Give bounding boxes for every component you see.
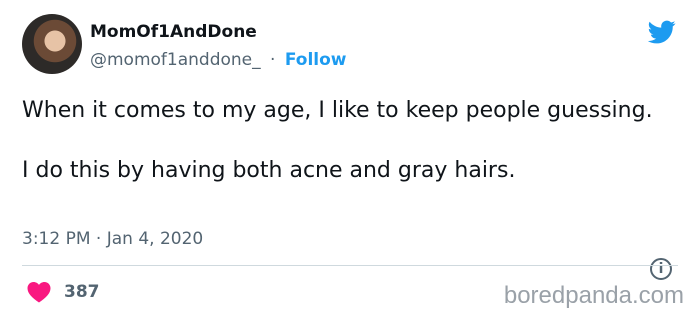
avatar[interactable] <box>22 14 82 74</box>
heart-icon[interactable] <box>27 281 51 303</box>
like-count: 387 <box>64 282 100 302</box>
display-name[interactable]: MomOf1AndDone <box>90 22 257 42</box>
tweet-text: When it comes to my age, I like to keep … <box>22 96 672 186</box>
user-handle[interactable]: @momof1anddone_ <box>90 50 261 70</box>
watermark: boredpanda.com <box>503 282 684 309</box>
timestamp[interactable]: 3:12 PM · Jan 4, 2020 <box>22 229 203 249</box>
separator-dot: · <box>270 50 276 70</box>
tweet-card: MomOf1AndDone @momof1anddone_ · Follow W… <box>0 0 700 319</box>
twitter-bird-icon[interactable] <box>646 18 678 46</box>
handle-row: @momof1anddone_ · Follow <box>90 50 347 70</box>
tweet-paragraph: I do this by having both acne and gray h… <box>22 158 516 183</box>
follow-button[interactable]: Follow <box>285 50 347 70</box>
divider <box>22 265 678 266</box>
tweet-paragraph: When it comes to my age, I like to keep … <box>22 98 653 123</box>
info-icon[interactable]: i <box>650 258 672 280</box>
